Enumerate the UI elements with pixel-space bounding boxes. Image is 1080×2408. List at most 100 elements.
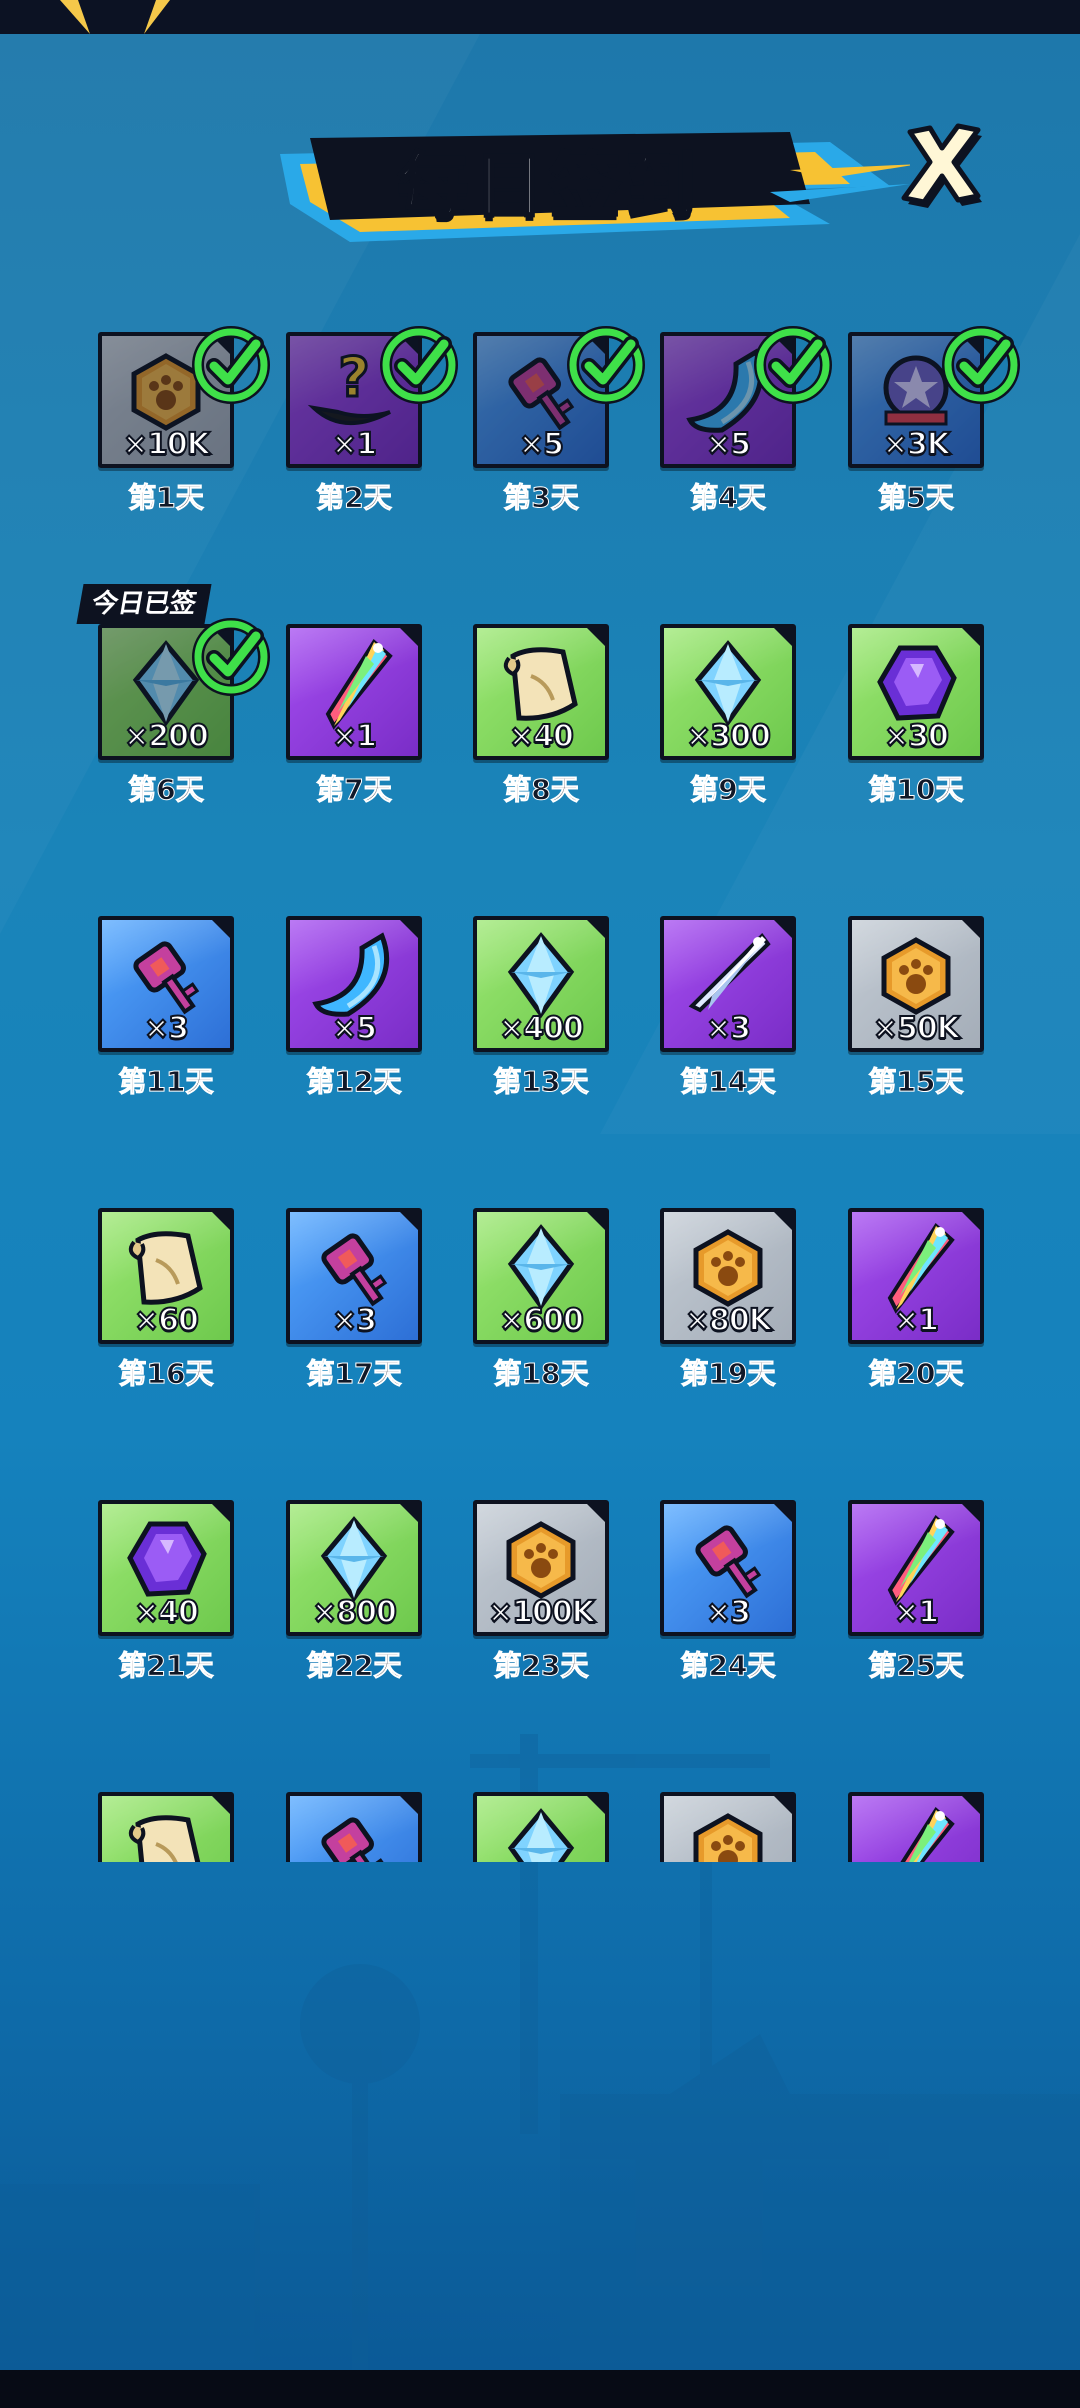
reward-tile[interactable]: ×3 [286, 1208, 422, 1344]
day-label: 第19天 [680, 1357, 776, 1391]
day-label: 第21天 [118, 1649, 214, 1683]
reward-cell[interactable]: ×40 第21天 [98, 1500, 238, 1700]
reward-cell[interactable]: ×1 第7天 [286, 624, 426, 824]
reward-tile[interactable] [660, 1792, 796, 1862]
daily-signin-panel: 每日签到 ×10K 第1天? ×1 第2天 ×5 第3天 ×5 第4天 ×3K 第5天 ×200 第6… [0, 34, 1080, 2370]
key-icon [304, 1802, 404, 1862]
reward-tile[interactable]: ×5 [286, 916, 422, 1052]
tile-corner-fold [210, 1504, 230, 1524]
claimed-check-icon [748, 320, 838, 410]
day-label: 第5天 [878, 481, 954, 515]
close-button[interactable] [900, 122, 990, 212]
reward-tile[interactable]: ×60 [98, 1208, 234, 1344]
reward-tile[interactable]: ×300 [660, 624, 796, 760]
tile-corner-fold [960, 1796, 980, 1816]
reward-cell[interactable]: ×50K 第15天 [848, 916, 988, 1116]
reward-tile[interactable]: ×50K [848, 916, 984, 1052]
reward-cell[interactable]: ×200 第6天 今日已签 [76, 584, 270, 824]
reward-cell[interactable]: ×600 第18天 [473, 1208, 613, 1408]
reward-cell[interactable]: ×30 第10天 [848, 624, 988, 824]
reward-cell[interactable]: ×5 第3天 [473, 326, 645, 532]
reward-quantity: ×3K [882, 426, 951, 463]
reward-tile[interactable]: ×400 [473, 916, 609, 1052]
day-label: 第4天 [690, 481, 766, 515]
rainbow-crystal-icon [866, 1802, 966, 1862]
day-label: 第18天 [493, 1357, 589, 1391]
reward-cell[interactable]: ×100K 第23天 [473, 1500, 613, 1700]
reward-tile[interactable] [473, 1792, 609, 1862]
reward-tile[interactable] [98, 1792, 234, 1862]
tile-corner-fold [772, 1504, 792, 1524]
reward-tile[interactable]: ×30 [848, 624, 984, 760]
claimed-check-icon [374, 320, 464, 410]
day-label: 第11天 [118, 1065, 214, 1099]
tile-corner-fold [772, 1796, 792, 1816]
tile-corner-fold [585, 1212, 605, 1232]
day-label: 第7天 [316, 773, 392, 807]
tile-corner-fold [398, 920, 418, 940]
day-label: 第23天 [493, 1649, 589, 1683]
reward-cell[interactable]: ×3 第11天 [98, 916, 238, 1116]
reward-tile[interactable]: ×40 [473, 624, 609, 760]
close-icon [901, 123, 982, 208]
reward-cell[interactable]: ×400 第13天 [473, 916, 613, 1116]
day-label: 第22天 [306, 1649, 402, 1683]
reward-cell[interactable]: ×5 第4天 [660, 326, 832, 532]
reward-cell[interactable] [98, 1792, 238, 1862]
day-label: 第24天 [680, 1649, 776, 1683]
reward-tile[interactable]: ×40 [98, 1500, 234, 1636]
bottom-bar [0, 2370, 1080, 2408]
reward-cell[interactable]: ×3K 第5天 [848, 326, 1020, 532]
reward-tile[interactable] [848, 1792, 984, 1862]
day-label: 第10天 [868, 773, 964, 807]
reward-tile[interactable]: ×1 [848, 1208, 984, 1344]
reward-tile[interactable]: ×100K [473, 1500, 609, 1636]
reward-tile[interactable]: ×3 [660, 916, 796, 1052]
reward-cell[interactable] [286, 1792, 426, 1862]
reward-tile[interactable]: ×600 [473, 1208, 609, 1344]
day-label: 第20天 [868, 1357, 964, 1391]
reward-cell[interactable]: ×10K 第1天 [98, 326, 270, 532]
reward-cell[interactable]: ×60 第16天 [98, 1208, 238, 1408]
day-label: 第13天 [493, 1065, 589, 1099]
reward-tile[interactable]: ×800 [286, 1500, 422, 1636]
reward-cell[interactable]: ×5 第12天 [286, 916, 426, 1116]
tile-corner-fold [398, 1212, 418, 1232]
reward-cell[interactable] [848, 1792, 988, 1862]
tile-corner-fold [398, 1504, 418, 1524]
reward-quantity: ×5 [518, 426, 565, 463]
day-label: 第8天 [503, 773, 579, 807]
reward-tile[interactable]: ×80K [660, 1208, 796, 1344]
reward-tile[interactable]: ×1 [848, 1500, 984, 1636]
day-label: 第6天 [128, 773, 204, 807]
reward-quantity: ×3 [705, 1010, 752, 1047]
claimed-check-icon [186, 320, 276, 410]
reward-quantity: ×30 [883, 718, 950, 755]
reward-cell[interactable]: ×1 第25天 [848, 1500, 988, 1700]
reward-quantity: ×5 [705, 426, 752, 463]
reward-quantity: ×3 [331, 1302, 378, 1339]
reward-cell[interactable]: ×80K 第19天 [660, 1208, 800, 1408]
reward-cell[interactable] [660, 1792, 800, 1862]
day-label: 第3天 [503, 481, 579, 515]
reward-quantity: ×1 [893, 1594, 940, 1631]
reward-cell[interactable] [473, 1792, 613, 1862]
claimed-check-icon [936, 320, 1026, 410]
reward-tile[interactable]: ×1 [286, 624, 422, 760]
day-label: 第9天 [690, 773, 766, 807]
tile-corner-fold [960, 1212, 980, 1232]
reward-cell[interactable]: ×3 第24天 [660, 1500, 800, 1700]
paw-coin-icon [678, 1802, 778, 1862]
reward-tile[interactable] [286, 1792, 422, 1862]
reward-quantity: ×1 [331, 718, 378, 755]
reward-cell[interactable]: ×300 第9天 [660, 624, 800, 824]
reward-tile[interactable]: ×3 [98, 916, 234, 1052]
reward-cell[interactable]: ? ×1 第2天 [286, 326, 458, 532]
reward-cell[interactable]: ×1 第20天 [848, 1208, 988, 1408]
reward-cell[interactable]: ×3 第17天 [286, 1208, 426, 1408]
reward-cell[interactable]: ×40 第8天 [473, 624, 613, 824]
tile-corner-fold [398, 628, 418, 648]
reward-tile[interactable]: ×3 [660, 1500, 796, 1636]
reward-cell[interactable]: ×3 第14天 [660, 916, 800, 1116]
reward-cell[interactable]: ×800 第22天 [286, 1500, 426, 1700]
